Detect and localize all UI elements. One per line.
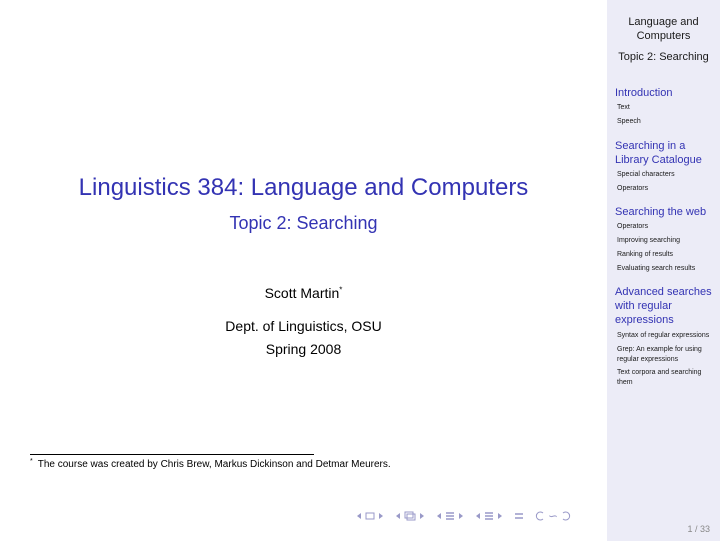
sidebar: Language and Computers Topic 2: Searchin… <box>607 0 720 541</box>
sidebar-subsection-corpora-line2[interactable]: them <box>617 378 719 388</box>
sidebar-section-library-line1[interactable]: Searching in a <box>615 139 719 153</box>
slide-title: Linguistics 384: Language and Computers <box>78 174 529 201</box>
navigation-bar: ∽ <box>356 509 574 523</box>
sidebar-section-regex-line2[interactable]: with regular <box>615 299 719 313</box>
sidebar-subsection-operators-web[interactable]: Operators <box>617 222 719 232</box>
section-icon[interactable] <box>445 511 455 521</box>
arrow-left-icon[interactable] <box>436 512 442 520</box>
arrow-right-icon[interactable] <box>419 512 425 520</box>
affiliation: Dept. of Linguistics, OSU <box>225 318 382 334</box>
sidebar-subsection-corpora-line1[interactable]: Text corpora and searching <box>617 368 719 378</box>
footnote-mark: * <box>30 457 33 465</box>
arrow-left-icon[interactable] <box>475 512 481 520</box>
sidebar-section-web[interactable]: Searching the web <box>615 205 719 219</box>
arrow-left-icon[interactable] <box>356 512 362 520</box>
appendix-icon[interactable] <box>514 511 524 521</box>
sidebar-section-regex-line3[interactable]: expressions <box>615 313 719 327</box>
author-name: Scott Martin <box>264 285 340 301</box>
sidebar-title-line2[interactable]: Computers <box>607 29 720 44</box>
footnote: * The course was created by Chris Brew, M… <box>30 458 391 472</box>
frame-icon[interactable] <box>365 512 375 521</box>
sidebar-subsection-grep-line1[interactable]: Grep: An example for using <box>617 345 719 355</box>
sidebar-subsection-text[interactable]: Text <box>617 103 719 113</box>
sidebar-subsection-evaluating[interactable]: Evaluating search results <box>617 264 719 274</box>
sidebar-subsection-syntax[interactable]: Syntax of regular expressions <box>617 331 719 341</box>
slide-subtitle: Topic 2: Searching <box>229 213 378 233</box>
document-icon[interactable] <box>484 511 494 521</box>
sidebar-section-introduction[interactable]: Introduction <box>615 86 719 100</box>
sidebar-subsection-ranking[interactable]: Ranking of results <box>617 250 719 260</box>
author-line: Scott Martin* <box>0 284 607 302</box>
back-icon[interactable] <box>535 511 545 521</box>
sidebar-subsection-improving[interactable]: Improving searching <box>617 236 719 246</box>
sidebar-section-regex-line1[interactable]: Advanced searches <box>615 285 719 299</box>
sidebar-subsection-special-characters[interactable]: Special characters <box>617 170 719 180</box>
sidebar-section-library-line2[interactable]: Library Catalogue <box>615 153 719 167</box>
footnote-rule <box>30 454 314 455</box>
subsection-icon[interactable] <box>404 511 416 521</box>
sidebar-subsection-operators[interactable]: Operators <box>617 184 719 194</box>
sidebar-title-line1[interactable]: Language and <box>607 15 720 30</box>
arrow-right-icon[interactable] <box>458 512 464 520</box>
arrow-left-icon[interactable] <box>395 512 401 520</box>
sidebar-topic[interactable]: Topic 2: Searching <box>607 50 720 65</box>
search-icon[interactable]: ∽ <box>548 509 558 523</box>
slide-content: Linguistics 384: Language and Computers … <box>0 0 607 541</box>
sidebar-subsection-grep-line2[interactable]: regular expressions <box>617 355 719 365</box>
sidebar-subsection-speech[interactable]: Speech <box>617 117 719 127</box>
forward-icon[interactable] <box>561 511 571 521</box>
author-footnote-mark: * <box>339 285 343 295</box>
page-number: 1 / 33 <box>687 524 710 534</box>
date: Spring 2008 <box>265 341 342 357</box>
footnote-text: The course was created by Chris Brew, Ma… <box>37 459 391 470</box>
arrow-right-icon[interactable] <box>378 512 384 520</box>
arrow-right-icon[interactable] <box>497 512 503 520</box>
